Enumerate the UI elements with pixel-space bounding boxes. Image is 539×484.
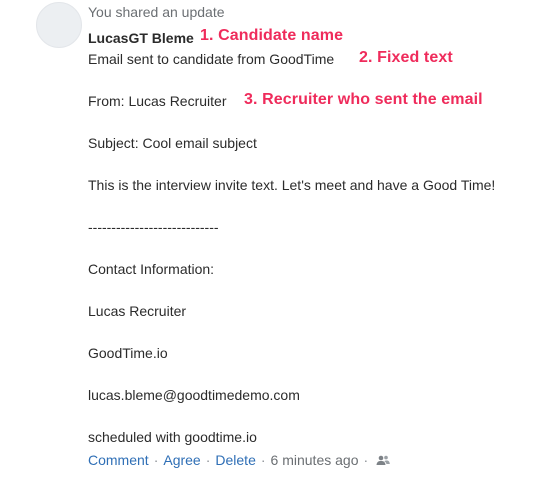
- comment-link[interactable]: Comment: [88, 452, 149, 468]
- post-header: You shared an update: [88, 4, 225, 20]
- annotation-candidate-name: 1. Candidate name: [200, 27, 344, 44]
- agree-link[interactable]: Agree: [163, 452, 200, 468]
- contact-company: GoodTime.io: [88, 345, 168, 361]
- footer-text: scheduled with goodtime.io: [88, 429, 257, 445]
- separator: ·: [153, 452, 159, 468]
- contact-heading: Contact Information:: [88, 261, 215, 277]
- delete-link[interactable]: Delete: [215, 452, 255, 468]
- contact-name: Lucas Recruiter: [88, 303, 187, 319]
- fixed-text-line: Email sent to candidate from GoodTime: [88, 51, 335, 67]
- divider-line: ----------------------------: [88, 219, 219, 235]
- candidate-name[interactable]: LucasGT Bleme: [88, 29, 194, 47]
- people-icon[interactable]: [375, 452, 391, 470]
- separator: ·: [260, 452, 266, 468]
- annotation-recruiter: 3. Recruiter who sent the email: [244, 91, 483, 108]
- email-body: This is the interview invite text. Let's…: [88, 177, 496, 193]
- separator: ·: [205, 452, 211, 468]
- action-bar: Comment · Agree · Delete · 6 minutes ago ·: [88, 451, 391, 470]
- subject-line: Subject: Cool email subject: [88, 135, 257, 151]
- from-line: From: Lucas Recruiter: [88, 93, 227, 109]
- separator: ·: [363, 452, 369, 468]
- contact-email: lucas.bleme@goodtimedemo.com: [88, 387, 300, 403]
- annotation-fixed-text: 2. Fixed text: [359, 49, 453, 66]
- timestamp: 6 minutes ago: [270, 452, 359, 468]
- avatar[interactable]: [36, 2, 82, 48]
